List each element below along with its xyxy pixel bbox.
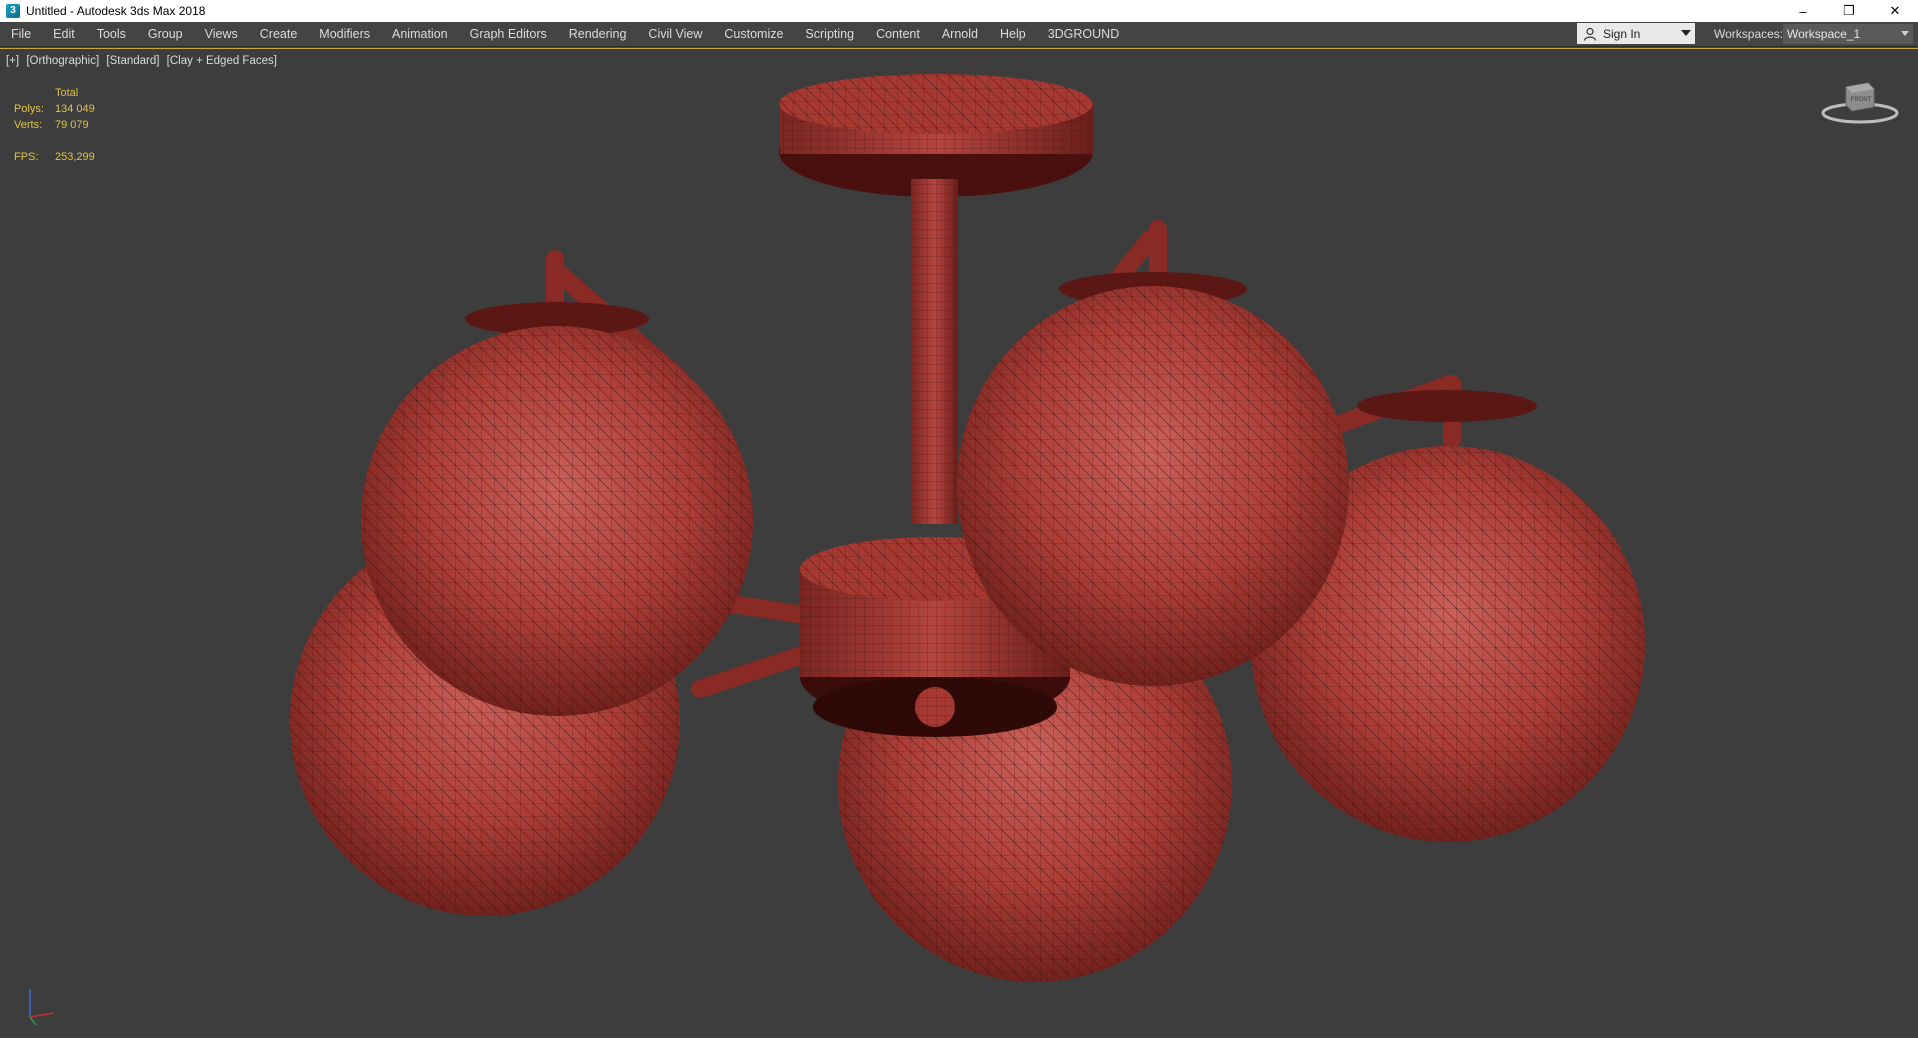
- viewport-label[interactable]: [+] [Orthographic] [Standard] [Clay + Ed…: [6, 55, 281, 67]
- menu-3dground[interactable]: 3DGROUND: [1037, 22, 1131, 46]
- close-button[interactable]: ✕: [1872, 0, 1918, 22]
- window-title: Untitled - Autodesk 3ds Max 2018: [26, 4, 206, 18]
- stem-rod: [911, 179, 958, 524]
- restore-button[interactable]: ❐: [1826, 0, 1872, 22]
- workspace-value: Workspace_1: [1787, 27, 1861, 41]
- chevron-down-icon: [1681, 30, 1691, 36]
- menu-create[interactable]: Create: [249, 22, 309, 46]
- menu-animation[interactable]: Animation: [381, 22, 459, 46]
- viewcube-icon[interactable]: FRONT: [1820, 77, 1900, 127]
- menu-civil-view[interactable]: Civil View: [637, 22, 713, 46]
- viewport-menu-plus[interactable]: [+]: [6, 55, 19, 67]
- menu-modifiers[interactable]: Modifiers: [308, 22, 381, 46]
- menu-views[interactable]: Views: [194, 22, 249, 46]
- viewcube-face-label: FRONT: [1851, 97, 1872, 103]
- menu-file[interactable]: File: [0, 22, 42, 46]
- chevron-down-icon: [1901, 31, 1909, 36]
- menu-help[interactable]: Help: [989, 22, 1037, 46]
- fps-label: FPS:: [14, 151, 39, 163]
- minimize-button[interactable]: –: [1780, 0, 1826, 22]
- orthographic-viewport[interactable]: [+] [Orthographic] [Standard] [Clay + Ed…: [0, 48, 1918, 1037]
- workspaces-label: Workspaces:: [1714, 27, 1784, 41]
- globe-front-right: [957, 272, 1349, 686]
- fps-value: 253,299: [55, 151, 95, 163]
- window-controls: – ❐ ✕: [1780, 0, 1918, 22]
- sign-in-label: Sign In: [1603, 26, 1641, 41]
- title-bar: 3 Untitled - Autodesk 3ds Max 2018 – ❐ ✕: [0, 0, 1918, 22]
- menu-rendering[interactable]: Rendering: [558, 22, 638, 46]
- viewport-shading-standard[interactable]: [Standard]: [106, 55, 159, 67]
- viewport-point-of-view[interactable]: [Orthographic]: [26, 55, 99, 67]
- axis-tripod-icon: [29, 989, 55, 1026]
- menu-group[interactable]: Group: [137, 22, 194, 46]
- verts-value: 79 079: [55, 119, 89, 131]
- viewport-visual-style[interactable]: [Clay + Edged Faces]: [167, 55, 277, 67]
- globe-front-left: [361, 302, 753, 716]
- verts-label: Verts:: [14, 119, 43, 131]
- menu-graph-editors[interactable]: Graph Editors: [459, 22, 558, 46]
- ceiling-canopy: [779, 74, 1093, 197]
- viewport-statistics: Total Polys: 134 049 Verts: 79 079 FPS: 253…: [14, 85, 95, 165]
- user-icon: [1583, 27, 1597, 41]
- chandelier-model[interactable]: [0, 49, 1918, 1038]
- stats-header: Total: [55, 87, 79, 99]
- menu-scripting[interactable]: Scripting: [794, 22, 865, 46]
- workspace-select[interactable]: Workspace_1: [1783, 24, 1913, 44]
- polys-label: Polys:: [14, 103, 44, 115]
- menu-tools[interactable]: Tools: [86, 22, 137, 46]
- menu-edit[interactable]: Edit: [42, 22, 86, 46]
- menu-arnold[interactable]: Arnold: [931, 22, 989, 46]
- sign-in-dropdown[interactable]: Sign In: [1577, 23, 1695, 44]
- 3dsmax-app-icon[interactable]: 3: [6, 4, 20, 18]
- polys-value: 134 049: [55, 103, 95, 115]
- menu-customize[interactable]: Customize: [713, 22, 794, 46]
- menu-content[interactable]: Content: [865, 22, 931, 46]
